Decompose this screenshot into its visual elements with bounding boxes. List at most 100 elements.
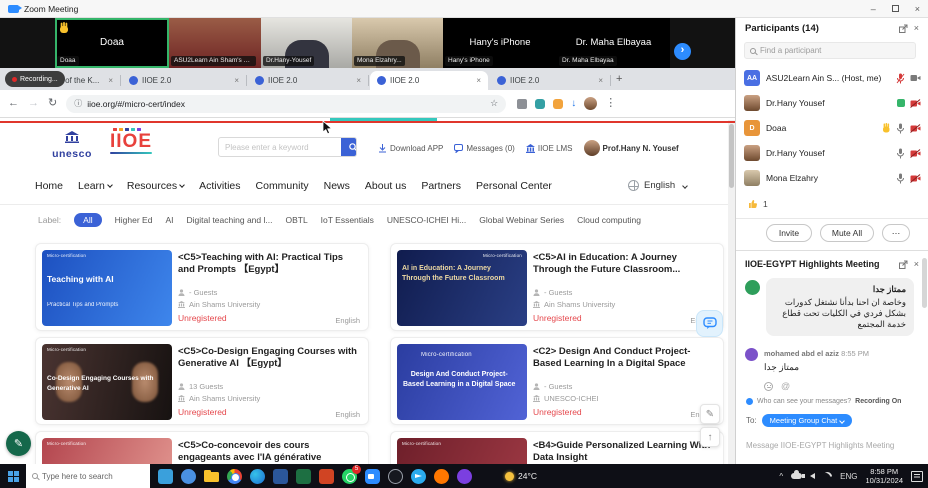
tab-close-icon[interactable]: ×: [476, 76, 481, 85]
file-explorer-icon[interactable]: [204, 469, 219, 484]
url-bar[interactable]: ⓘ iioe.org/#/micro-cert/index ☆: [66, 95, 506, 113]
camera-icon[interactable]: [910, 74, 921, 82]
popout-icon[interactable]: [899, 24, 908, 33]
language-selector[interactable]: English: [628, 180, 687, 191]
site-search-button[interactable]: [341, 138, 357, 156]
wifi-icon[interactable]: [821, 470, 834, 483]
mic-icon[interactable]: [896, 123, 905, 134]
nav-community[interactable]: Community: [256, 180, 309, 192]
obs-icon[interactable]: [388, 469, 403, 484]
refresh-icon[interactable]: ↻: [48, 98, 57, 109]
messages-link[interactable]: Messages (0): [454, 144, 514, 153]
camera-off-icon[interactable]: [910, 174, 921, 183]
filter-iot-essentials[interactable]: IoT Essentials: [321, 215, 374, 225]
nav-about-us[interactable]: About us: [365, 180, 406, 192]
video-tile-dr-hany[interactable]: Dr.Hany-Yousef: [261, 18, 352, 68]
participant-row[interactable]: AA ASU2Learn Ain S... (Host, me): [744, 66, 921, 90]
annotation-tool-button[interactable]: ✎: [6, 431, 31, 456]
browser-menu-icon[interactable]: ⋮: [605, 98, 616, 109]
extension-icon[interactable]: [535, 99, 545, 109]
course-title[interactable]: <C5>Teaching with AI: Practical Tips and…: [178, 252, 360, 276]
browser-tab-active[interactable]: IIOE 2.0 ×: [370, 71, 488, 90]
popout-icon[interactable]: [899, 260, 908, 269]
bookmark-star-icon[interactable]: ☆: [490, 98, 498, 109]
course-card[interactable]: Micro-certification Co-Design Engaging C…: [35, 337, 369, 425]
filter-digital-teaching[interactable]: Digital teaching and l...: [186, 215, 272, 225]
filter-global-webinar[interactable]: Global Webinar Series: [479, 215, 564, 225]
close-panel-icon[interactable]: ×: [914, 259, 919, 269]
nav-resources[interactable]: Resources: [127, 180, 184, 192]
app-icon[interactable]: [457, 469, 472, 484]
video-tile-asu2learn[interactable]: ASU2Learn Ain Sham's Un...: [169, 18, 261, 68]
recipient-dropdown[interactable]: Meeting Group Chat: [762, 414, 853, 427]
tab-close-icon[interactable]: ×: [234, 76, 239, 85]
vlc-icon[interactable]: [434, 469, 449, 484]
filter-all[interactable]: All: [74, 213, 101, 227]
course-title[interactable]: <C5>Co-Design Engaging Courses with Gene…: [178, 346, 360, 370]
course-card[interactable]: Micro-certification Teaching with AI Pra…: [35, 243, 369, 331]
browser-tab[interactable]: IIOE 2.0 ×: [248, 71, 368, 90]
close-panel-icon[interactable]: ×: [914, 23, 919, 33]
camera-off-icon[interactable]: [910, 124, 921, 133]
next-participants-button[interactable]: ›: [674, 43, 691, 60]
zoom-app-icon[interactable]: [365, 469, 380, 484]
iioe-logo[interactable]: IIOE: [110, 128, 152, 154]
maximize-button[interactable]: [892, 5, 899, 12]
participant-search-input[interactable]: [760, 46, 910, 55]
participant-row[interactable]: Dr.Hany Yousef: [744, 91, 921, 115]
camera-off-icon[interactable]: [910, 149, 921, 158]
start-button[interactable]: [0, 464, 26, 488]
iioe-lms-link[interactable]: IIOE LMS: [526, 144, 573, 153]
people-app-icon[interactable]: [181, 469, 196, 484]
participant-row[interactable]: Mona Elzahry: [744, 166, 921, 190]
chrome-icon[interactable]: [227, 469, 242, 484]
video-tile-dr-maha[interactable]: Dr. Maha Elbayaa Dr. Maha Elbayaa: [557, 18, 670, 68]
browser-tab[interactable]: IIOE 2.0 ×: [122, 71, 246, 90]
chat-privacy-notice[interactable]: Who can see your messages? Recording On: [746, 398, 901, 405]
tab-close-icon[interactable]: ×: [598, 76, 603, 85]
course-title[interactable]: <B4>Guide Personalized Learning With Dat…: [533, 440, 715, 464]
chat-scrollbar-thumb[interactable]: [922, 258, 927, 308]
filter-obtl[interactable]: OBTL: [285, 215, 307, 225]
extensions-puzzle-icon[interactable]: [517, 99, 527, 109]
keyboard-language[interactable]: ENG: [840, 472, 857, 481]
downloads-icon[interactable]: ↓: [571, 98, 576, 109]
close-button[interactable]: ×: [915, 4, 920, 14]
whatsapp-icon[interactable]: 5: [342, 469, 357, 484]
chat-message-input[interactable]: [746, 441, 914, 450]
tab-close-icon[interactable]: ×: [356, 76, 361, 85]
word-icon[interactable]: [273, 469, 288, 484]
powerpoint-icon[interactable]: [319, 469, 334, 484]
nav-activities[interactable]: Activities: [199, 180, 240, 192]
mic-muted-icon[interactable]: [896, 73, 905, 84]
mic-icon[interactable]: [896, 173, 905, 184]
participant-row[interactable]: D Doaa: [744, 116, 921, 140]
taskbar-clock[interactable]: 8:58 PM 10/31/2024: [865, 467, 903, 485]
course-card[interactable]: Micro-certification Design And Conduct P…: [390, 337, 724, 425]
forward-icon[interactable]: →: [28, 98, 39, 109]
page-scrollbar[interactable]: [728, 120, 735, 464]
user-profile[interactable]: Prof.Hany N. Yousef: [584, 140, 679, 156]
speaker-icon[interactable]: [810, 473, 815, 479]
extension-icon[interactable]: [553, 99, 563, 109]
back-icon[interactable]: ←: [8, 98, 19, 109]
taskbar-search-input[interactable]: [42, 472, 144, 481]
edge-icon[interactable]: [250, 469, 265, 484]
course-card[interactable]: Micro-certification <C5>Co-concevoir des…: [35, 431, 369, 464]
video-tile-doaa[interactable]: Doaa Doaa: [55, 18, 169, 68]
mail-app-icon[interactable]: [158, 469, 173, 484]
excel-icon[interactable]: [296, 469, 311, 484]
back-to-top-button[interactable]: ↑: [700, 427, 720, 447]
course-card[interactable]: Micro-certification <B4>Guide Personaliz…: [390, 431, 724, 464]
action-center-icon[interactable]: [911, 471, 923, 482]
nav-learn[interactable]: Learn: [78, 180, 112, 192]
browser-profile-avatar[interactable]: [584, 97, 597, 110]
mic-icon[interactable]: [896, 148, 905, 159]
video-tile-mona[interactable]: Mona Elzahry...: [352, 18, 443, 68]
page-scrollbar-thumb[interactable]: [729, 124, 734, 188]
site-info-icon[interactable]: ⓘ: [74, 98, 82, 109]
unesco-logo[interactable]: unesco: [45, 130, 99, 160]
nav-home[interactable]: Home: [35, 180, 63, 192]
filter-higher-ed[interactable]: Higher Ed: [115, 215, 153, 225]
telegram-icon[interactable]: [411, 469, 426, 484]
